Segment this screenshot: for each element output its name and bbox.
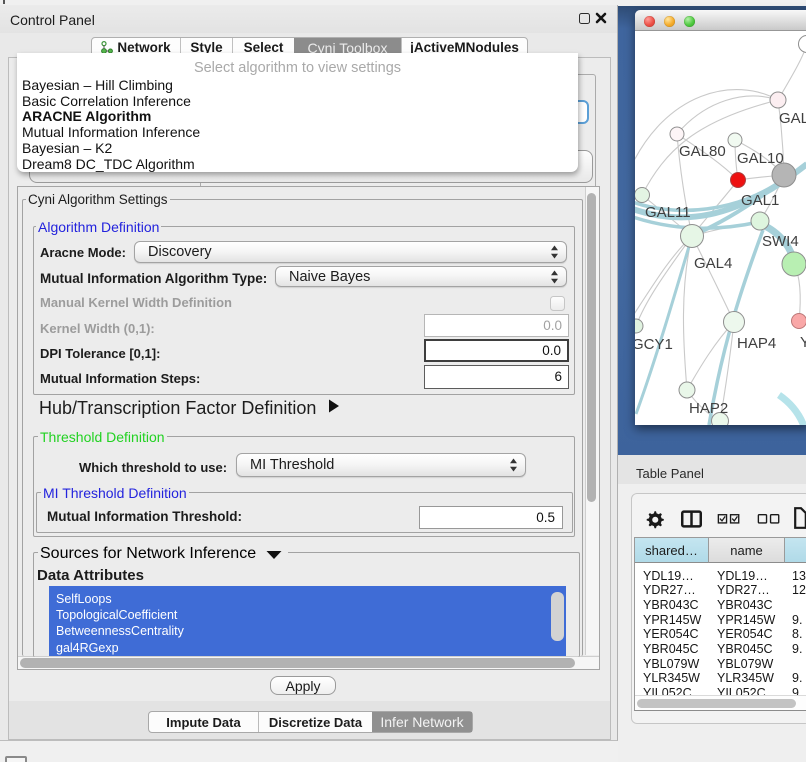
svg-text:GCY1: GCY1 — [635, 336, 673, 353]
svg-text:HAP2: HAP2 — [689, 400, 728, 417]
svg-text:HAP4: HAP4 — [737, 335, 776, 352]
svg-text:SWI4: SWI4 — [762, 233, 799, 250]
svg-text:GAL80: GAL80 — [679, 143, 726, 160]
svg-text:GAL1: GAL1 — [741, 192, 779, 209]
svg-text:GAL10: GAL10 — [737, 150, 784, 167]
svg-text:GAL2: GAL2 — [779, 110, 806, 127]
svg-text:GAL4: GAL4 — [694, 255, 732, 272]
svg-text:GAL11: GAL11 — [645, 204, 691, 221]
svg-text:Y: Y — [800, 334, 806, 351]
